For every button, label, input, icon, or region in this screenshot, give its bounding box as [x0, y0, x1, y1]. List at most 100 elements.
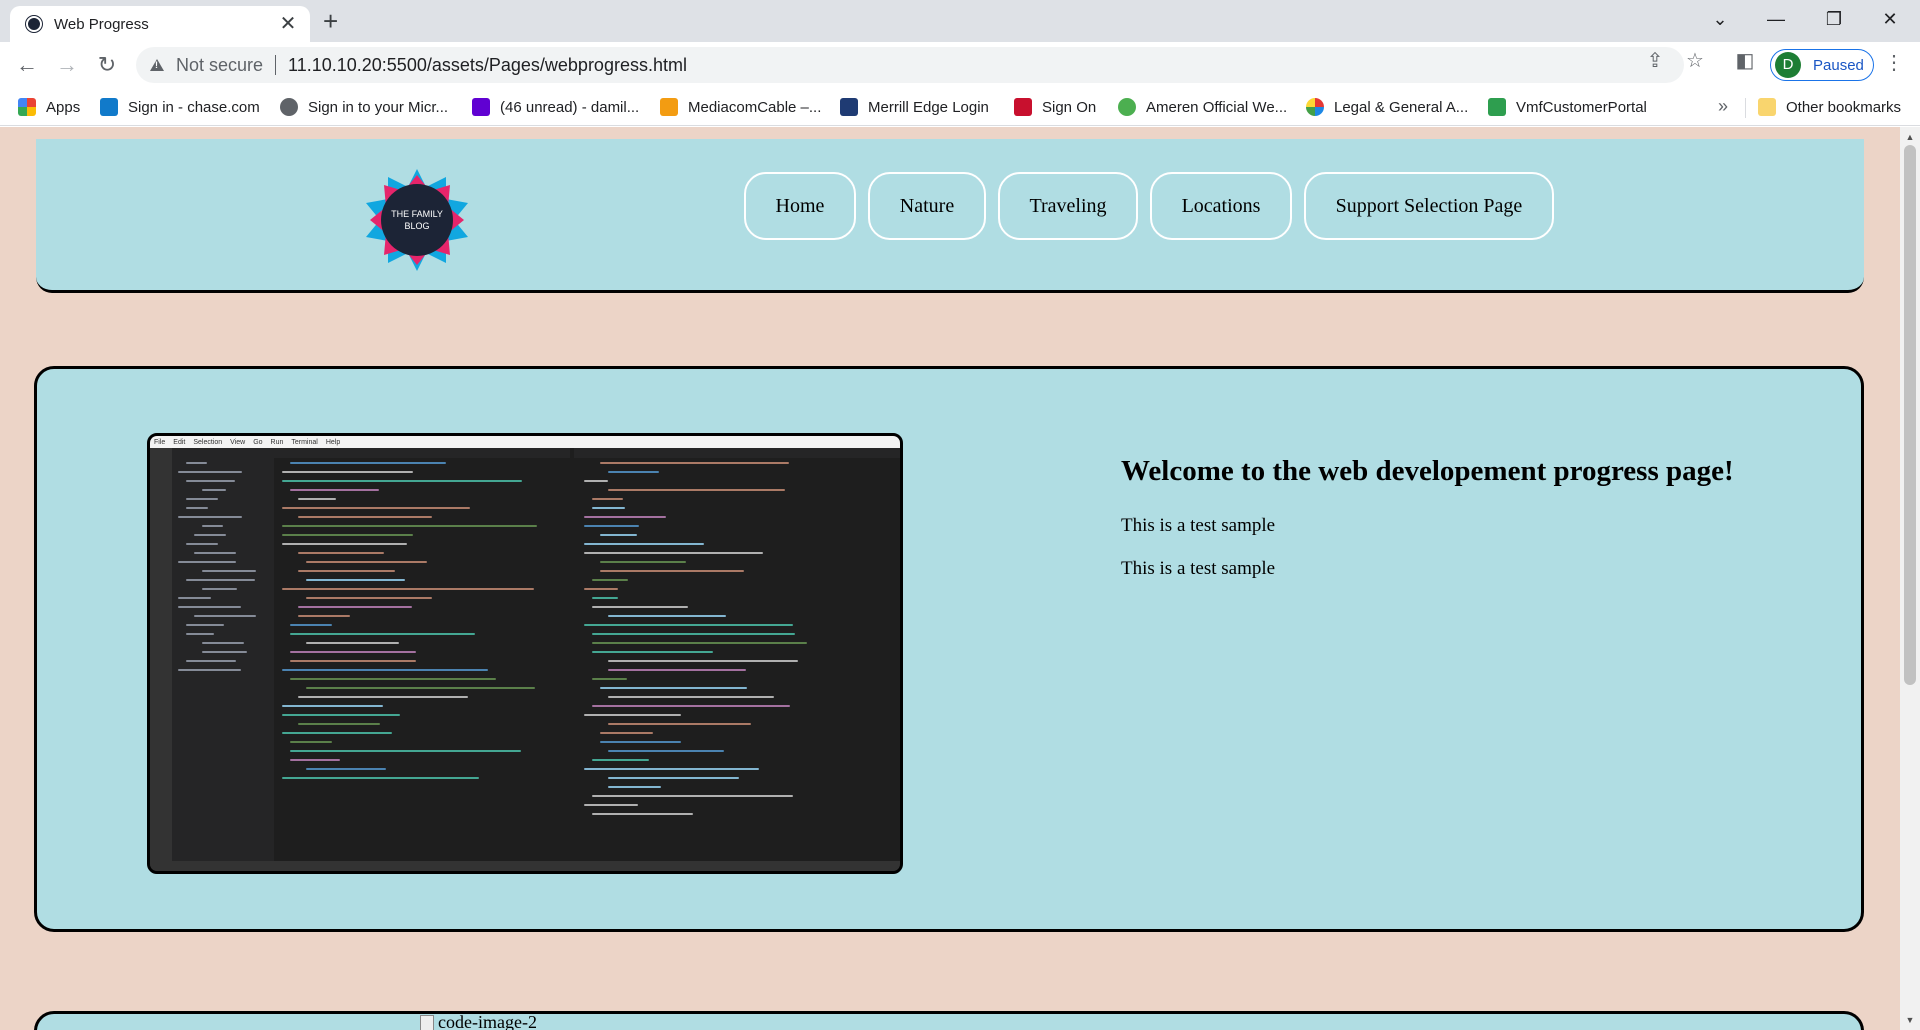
nav-link-traveling[interactable]: Traveling [998, 172, 1138, 240]
code-line [298, 606, 412, 608]
code-line [194, 534, 227, 536]
code-line [608, 777, 740, 779]
code-line [600, 741, 682, 743]
tab-search-icon[interactable]: ⌄ [1700, 6, 1740, 32]
code-line [290, 750, 522, 752]
bookmark-label: Ameren Official We... [1146, 98, 1288, 116]
code-line [584, 480, 609, 482]
bookmark-chase[interactable]: Sign in - chase.com [100, 94, 260, 120]
vscode-menubar: File Edit Selection View Go Run Terminal… [150, 436, 900, 448]
globe-icon [280, 98, 298, 116]
kebab-menu-icon[interactable]: ⋮ [1884, 50, 1904, 75]
vscode-menu-item: Edit [173, 438, 186, 446]
code-line [600, 462, 789, 464]
omnibox-divider [275, 55, 277, 75]
vscode-editor-tabs [574, 448, 900, 458]
bookmark-sign-on[interactable]: Sign On [1014, 94, 1096, 120]
bookmarks-bar: Apps Sign in - chase.com Sign in to your… [0, 88, 1920, 126]
bookmark-apps[interactable]: Apps [18, 94, 80, 120]
new-tab-button[interactable]: + [323, 7, 338, 35]
bookmark-star-icon[interactable]: ☆ [1680, 48, 1710, 73]
nav-link-support-selection[interactable]: Support Selection Page [1304, 172, 1554, 240]
code-line [298, 615, 350, 617]
scroll-down-arrow-icon[interactable]: ▼ [1900, 1012, 1920, 1028]
bookmark-microsoft[interactable]: Sign in to your Micr... [280, 94, 448, 120]
bookmark-label: Other bookmarks [1786, 98, 1902, 116]
back-arrow-icon[interactable]: ← [12, 50, 42, 80]
scroll-thumb[interactable] [1904, 145, 1916, 685]
address-bar[interactable]: Not secure 11.10.10.20:5500/assets/Pages… [136, 47, 1684, 83]
reload-icon[interactable]: ↻ [92, 50, 122, 80]
profile-button[interactable]: D Paused [1770, 49, 1874, 81]
bookmark-merrill[interactable]: Merrill Edge Login [840, 94, 989, 120]
page-scrollbar[interactable]: ▲ ▼ [1900, 127, 1920, 1030]
code-line [592, 498, 623, 500]
more-bookmarks-button[interactable]: » [1718, 96, 1728, 117]
code-line [608, 471, 660, 473]
code-line [608, 660, 799, 662]
vscode-menu-item: Go [253, 438, 263, 446]
chase-icon [100, 98, 118, 116]
welcome-heading: Welcome to the web developement progress… [1121, 455, 1734, 487]
code-line [290, 660, 417, 662]
code-line [186, 579, 256, 581]
vscode-html-editor [274, 448, 570, 861]
code-line [306, 687, 536, 689]
nav-link-nature[interactable]: Nature [868, 172, 986, 240]
code-line [584, 588, 619, 590]
side-panel-icon[interactable]: ◧ [1730, 48, 1760, 73]
bookmark-label: (46 unread) - damil... [500, 98, 640, 116]
code-line [282, 732, 392, 734]
code-line [282, 714, 401, 716]
paragraph-1: This is a test sample [1121, 515, 1276, 536]
bookmark-ameren[interactable]: Ameren Official We... [1118, 94, 1287, 120]
minimize-button[interactable]: — [1756, 6, 1796, 32]
share-icon[interactable]: ⇪ [1640, 48, 1670, 73]
code-line [290, 624, 332, 626]
vscode-menu-item: File [154, 438, 166, 446]
url-text[interactable]: 11.10.10.20:5500/assets/Pages/webprogres… [288, 55, 687, 76]
forward-arrow-icon[interactable]: → [52, 50, 82, 80]
code-line [298, 552, 384, 554]
logo-text-line-2: BLOG [404, 221, 429, 231]
restore-button[interactable]: ❐ [1814, 6, 1854, 32]
not-secure-label[interactable]: Not secure [176, 55, 263, 76]
code-line [178, 471, 243, 473]
avatar: D [1775, 52, 1801, 78]
nav-link-home[interactable]: Home [744, 172, 856, 240]
bookmark-mediacom[interactable]: MediacomCable –... [660, 94, 821, 120]
code-line [178, 516, 242, 518]
warning-icon[interactable] [150, 59, 164, 71]
other-bookmarks[interactable]: Other bookmarks [1758, 94, 1901, 120]
mediacom-icon [660, 98, 678, 116]
legal-general-icon [1306, 98, 1324, 116]
bookmark-yahoo-mail[interactable]: (46 unread) - damil... [472, 94, 639, 120]
code-line [306, 597, 433, 599]
code-line [186, 507, 208, 509]
broken-image-icon [420, 1014, 434, 1030]
code-line [298, 696, 468, 698]
code-line [592, 759, 650, 761]
tab-close-icon[interactable]: ✕ [278, 14, 298, 34]
close-window-button[interactable]: ✕ [1870, 6, 1910, 32]
code-line [592, 507, 625, 509]
code-line [282, 525, 537, 527]
vscode-editor-tabs [274, 448, 570, 458]
code-line [592, 606, 689, 608]
bookmark-label: MediacomCable –... [688, 98, 822, 116]
code-line [608, 669, 747, 671]
nav-link-locations[interactable]: Locations [1150, 172, 1292, 240]
family-blog-logo[interactable]: THE FAMILY BLOG [364, 167, 470, 273]
bookmark-legal-general[interactable]: Legal & General A... [1306, 94, 1468, 120]
browser-tab[interactable]: Web Progress ✕ [10, 6, 310, 42]
merrill-icon [840, 98, 858, 116]
code-line [186, 633, 215, 635]
code-line [202, 642, 245, 644]
code-line [186, 660, 237, 662]
bookmark-vmf[interactable]: VmfCustomerPortal [1488, 94, 1647, 120]
code-line [306, 642, 400, 644]
scroll-up-arrow-icon[interactable]: ▲ [1900, 129, 1920, 145]
code-line [584, 516, 667, 518]
site-favicon-icon [26, 16, 42, 32]
code-line [608, 786, 662, 788]
